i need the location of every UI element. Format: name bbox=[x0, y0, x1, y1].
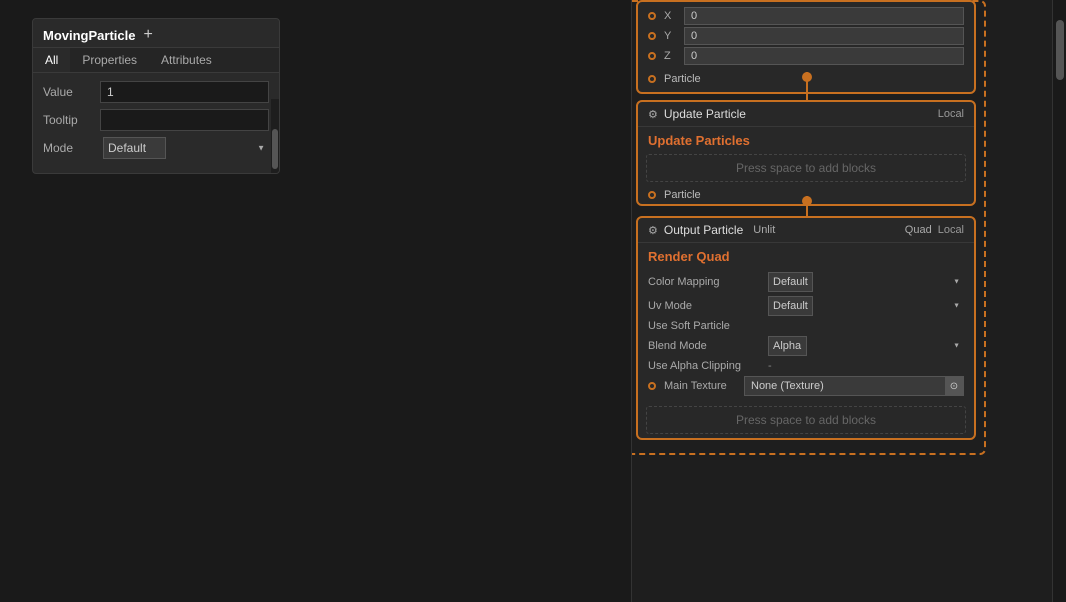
value-label: Value bbox=[43, 85, 100, 99]
update-particle-card: ⚙ Update Particle Local Update Particles… bbox=[636, 100, 976, 206]
panel-header: MovingParticle + bbox=[33, 19, 279, 48]
tab-all[interactable]: All bbox=[33, 48, 70, 72]
texture-dot bbox=[648, 382, 656, 390]
mode-row: Mode Default bbox=[43, 137, 269, 159]
output-node-header: ⚙ Output Particle Unlit Quad Local bbox=[638, 218, 974, 243]
output-right-header: Quad Local bbox=[905, 224, 964, 236]
connector-dot-2 bbox=[802, 196, 812, 206]
xyz-rows: X Y Z bbox=[638, 2, 974, 70]
update-node-header: ⚙ Update Particle Local bbox=[638, 102, 974, 127]
blend-mode-select[interactable]: Alpha bbox=[768, 336, 807, 356]
tab-properties[interactable]: Properties bbox=[70, 48, 149, 72]
output-subtitle: Render Quad bbox=[638, 243, 974, 266]
output-particle-card: ⚙ Output Particle Unlit Quad Local Rende… bbox=[636, 216, 976, 440]
mode-label: Mode bbox=[43, 141, 103, 155]
blend-mode-select-wrap: Alpha bbox=[768, 336, 964, 356]
color-mapping-select-wrap: Default bbox=[768, 272, 964, 292]
right-scrollbar[interactable] bbox=[1052, 0, 1066, 602]
quad-label: Quad bbox=[905, 224, 932, 236]
panel-title: MovingParticle bbox=[43, 28, 135, 43]
right-scrollbar-thumb[interactable] bbox=[1056, 20, 1064, 80]
output-local-label: Local bbox=[938, 224, 964, 236]
xyz-row-z: Z bbox=[638, 46, 974, 66]
unlit-label: Unlit bbox=[753, 224, 775, 236]
particle-dot-top bbox=[648, 75, 656, 83]
alpha-clipping-row: Use Alpha Clipping - bbox=[638, 358, 974, 374]
y-label: Y bbox=[664, 30, 684, 42]
output-settings-icon: ⚙ bbox=[648, 224, 658, 237]
texture-label: Main Texture bbox=[664, 380, 744, 392]
uv-mode-select-wrap: Default bbox=[768, 296, 964, 316]
panel-body: Value Tooltip Mode Default bbox=[33, 73, 279, 173]
y-dot bbox=[648, 32, 656, 40]
value-input[interactable] bbox=[100, 81, 269, 103]
update-local-label: Local bbox=[938, 108, 964, 120]
x-dot bbox=[648, 12, 656, 20]
tab-attributes[interactable]: Attributes bbox=[149, 48, 224, 72]
update-settings-icon: ⚙ bbox=[648, 108, 658, 121]
update-node-title: ⚙ Update Particle bbox=[648, 107, 746, 121]
uv-mode-label: Uv Mode bbox=[648, 300, 768, 312]
left-border bbox=[618, 0, 632, 602]
texture-value: None (Texture) bbox=[745, 380, 945, 392]
scrollbar-thumb[interactable] bbox=[272, 129, 278, 169]
uv-mode-select[interactable]: Default bbox=[768, 296, 813, 316]
tooltip-label: Tooltip bbox=[43, 113, 100, 127]
update-card-body: ⚙ Update Particle Local Update Particles… bbox=[636, 100, 976, 206]
alpha-clipping-label: Use Alpha Clipping bbox=[648, 360, 768, 372]
blend-mode-row: Blend Mode Alpha bbox=[638, 334, 974, 358]
output-card-body: ⚙ Output Particle Unlit Quad Local Rende… bbox=[636, 216, 976, 440]
xyz-row-y: Y bbox=[638, 26, 974, 46]
update-press-space: Press space to add blocks bbox=[646, 154, 966, 182]
output-node-title: ⚙ Output Particle Unlit bbox=[648, 223, 775, 237]
texture-value-wrap: None (Texture) ⊙ bbox=[744, 376, 964, 396]
tooltip-row: Tooltip bbox=[43, 109, 269, 131]
mode-select-wrapper: Default bbox=[103, 137, 269, 159]
uv-mode-row: Uv Mode Default bbox=[638, 294, 974, 318]
x-label: X bbox=[664, 10, 684, 22]
tooltip-input[interactable] bbox=[100, 109, 269, 131]
texture-row: Main Texture None (Texture) ⊙ bbox=[638, 374, 974, 398]
particle-dot-update bbox=[648, 191, 656, 199]
left-panel: MovingParticle + All Properties Attribut… bbox=[32, 18, 280, 174]
xyz-row-x: X bbox=[638, 6, 974, 26]
panel-tabs: All Properties Attributes bbox=[33, 48, 279, 73]
soft-particle-row: Use Soft Particle bbox=[638, 318, 974, 334]
value-row: Value bbox=[43, 81, 269, 103]
z-input[interactable] bbox=[684, 47, 964, 65]
texture-browse-button[interactable]: ⊙ bbox=[945, 377, 963, 395]
add-button[interactable]: + bbox=[143, 27, 152, 43]
alpha-clipping-value: - bbox=[768, 360, 772, 372]
z-label: Z bbox=[664, 50, 684, 62]
x-input[interactable] bbox=[684, 7, 964, 25]
output-press-space: Press space to add blocks bbox=[646, 406, 966, 434]
node-area: X Y Z Particle bbox=[618, 0, 1066, 602]
z-dot bbox=[648, 52, 656, 60]
color-mapping-row: Color Mapping Default bbox=[638, 270, 974, 294]
mode-select[interactable]: Default bbox=[103, 137, 166, 159]
scrollbar-track bbox=[271, 99, 279, 173]
output-fields: Color Mapping Default Uv Mode Default bbox=[638, 266, 974, 402]
connector-dot-1 bbox=[802, 72, 812, 82]
color-mapping-label: Color Mapping bbox=[648, 276, 768, 288]
update-subtitle: Update Particles bbox=[638, 127, 974, 150]
blend-mode-label: Blend Mode bbox=[648, 340, 768, 352]
color-mapping-select[interactable]: Default bbox=[768, 272, 813, 292]
y-input[interactable] bbox=[684, 27, 964, 45]
soft-particle-label: Use Soft Particle bbox=[648, 320, 768, 332]
